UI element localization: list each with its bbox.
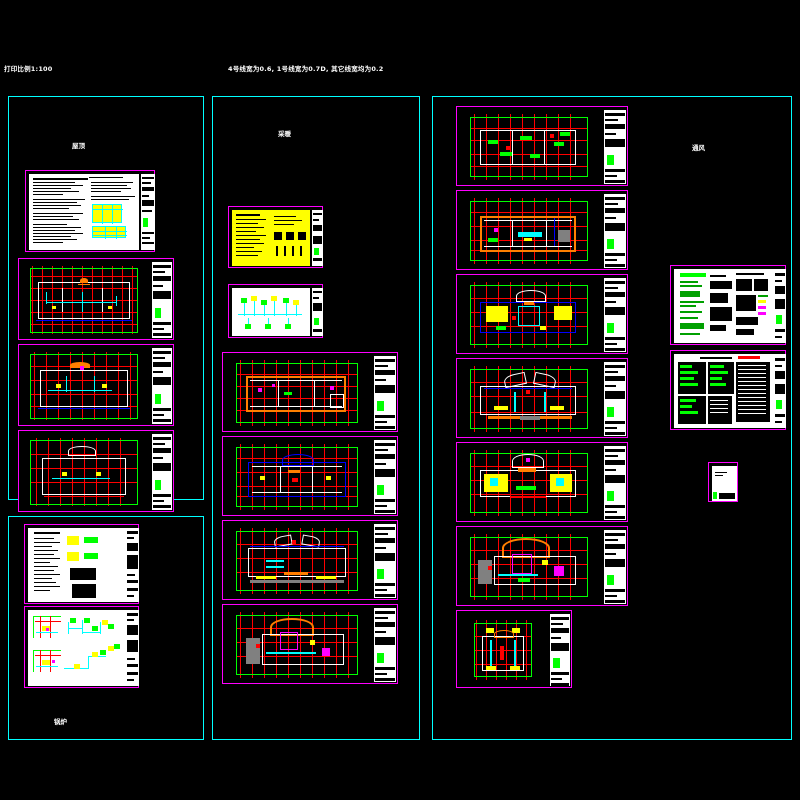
vent-plan-7[interactable] <box>456 610 572 688</box>
cad-canvas[interactable]: 打印比例1:100 4号线宽为0.6, 1号线宽为0.7D, 其它线宽均为0.2… <box>0 0 800 800</box>
vent-schedule-sheet[interactable] <box>670 350 786 430</box>
design-notes-sheet[interactable] <box>25 170 155 252</box>
plan-drawing <box>460 110 600 184</box>
heating-plan-4[interactable] <box>222 604 398 684</box>
sheet-title-block <box>374 356 396 430</box>
sheet-title-block <box>126 610 139 686</box>
vent-plan-5[interactable] <box>456 442 628 522</box>
plan-drawing <box>22 348 148 424</box>
sheet-title-block <box>604 110 626 184</box>
sheet-title-block <box>152 348 172 424</box>
sheet-title-block <box>774 354 786 428</box>
sheet-title-block <box>141 174 155 250</box>
plan-drawing <box>460 614 546 686</box>
plan-drawing <box>460 362 600 436</box>
sheet-title-block <box>604 530 626 604</box>
plan-drawing <box>226 524 370 598</box>
plan-drawing <box>22 262 148 338</box>
data-table-2 <box>92 226 127 239</box>
viewport-right-title: 通风 <box>692 144 705 152</box>
sheet-title-block <box>312 288 323 336</box>
sheet-title-block <box>604 278 626 352</box>
heating-plan-2[interactable] <box>222 436 398 516</box>
sheet-title-block <box>374 608 396 682</box>
floor-plan-sheet-3[interactable] <box>18 430 174 512</box>
vent-plan-3[interactable] <box>456 274 628 354</box>
vent-plan-1[interactable] <box>456 106 628 186</box>
floor-plan-sheet-1[interactable] <box>18 258 174 340</box>
sheet-title-block <box>374 524 396 598</box>
plan-drawing <box>460 530 600 604</box>
heating-plan-3[interactable] <box>222 520 398 600</box>
line-weight-annotation: 4号线宽为0.6, 1号线宽为0.7D, 其它线宽均为0.2 <box>228 65 384 73</box>
vent-plan-2[interactable] <box>456 190 628 270</box>
floor-plan-sheet-2[interactable] <box>18 344 174 426</box>
viewport-left-title: 屋顶 <box>72 142 85 150</box>
plan-drawing <box>460 194 600 268</box>
sheet-title-block <box>374 440 396 514</box>
plan-drawing <box>226 356 370 430</box>
sheet-title-block <box>312 210 323 266</box>
sheet-title-block <box>604 446 626 520</box>
plan-drawing <box>226 608 370 682</box>
vent-plan-4[interactable] <box>456 358 628 438</box>
sheet-title-block <box>126 528 139 602</box>
viewport-middle-title: 采暖 <box>278 130 291 138</box>
riser-diagram-sheet[interactable] <box>24 606 139 688</box>
vent-notes-sheet[interactable] <box>670 265 786 345</box>
vent-detail-sheet[interactable] <box>708 462 738 502</box>
plan-drawing <box>226 440 370 514</box>
heating-riser-sheet[interactable] <box>228 284 323 338</box>
data-table-1 <box>92 204 123 224</box>
viewport-left-footer-title: 锅炉 <box>54 718 67 726</box>
sheet-title-block <box>604 194 626 268</box>
plan-drawing <box>22 434 148 510</box>
sheet-title-block <box>774 269 786 343</box>
sheet-title-block <box>152 262 172 338</box>
sheet-title-block <box>604 362 626 436</box>
equipment-schedule-sheet[interactable] <box>24 524 139 604</box>
sheet-title-block <box>550 614 570 686</box>
sheet-title-block <box>152 434 172 510</box>
vent-plan-6[interactable] <box>456 526 628 606</box>
plan-drawing <box>460 278 600 352</box>
heating-notes-sheet[interactable] <box>228 206 323 268</box>
plan-drawing <box>460 446 600 520</box>
print-scale-annotation: 打印比例1:100 <box>4 65 53 73</box>
sheet-paper <box>27 172 155 250</box>
heating-plan-1[interactable] <box>222 352 398 432</box>
